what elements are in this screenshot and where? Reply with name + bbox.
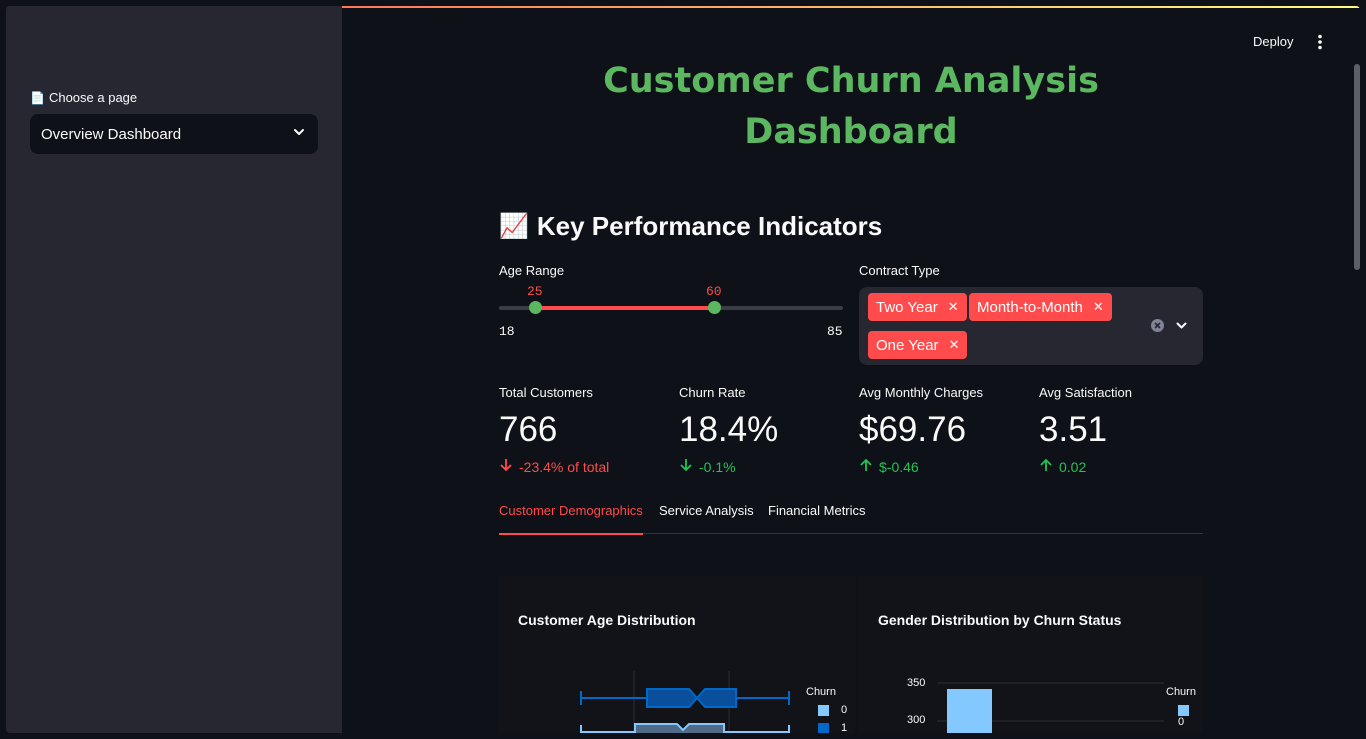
box-churn-1 [580, 723, 790, 733]
chart-legend: Churn 0 1 [1166, 686, 1203, 733]
slider-high-value: 60 [706, 284, 722, 299]
metric-value: 766 [499, 410, 558, 449]
deploy-button[interactable]: Deploy [1253, 34, 1293, 49]
scrollbar[interactable] [1354, 64, 1360, 270]
metric-delta: 0.02 [1039, 458, 1209, 475]
metric-avg-satisfaction: Avg Satisfaction 3.51 0.02 [1039, 385, 1209, 475]
arrow-down-icon [679, 458, 693, 475]
slider-min-label: 18 [499, 324, 515, 339]
page-select-value: Overview Dashboard [41, 125, 182, 143]
kpi-heading-text: Key Performance Indicators [536, 211, 883, 241]
metric-label: Avg Satisfaction [1039, 385, 1132, 400]
sidebar: 📄 Choose a page Overview Dashboard [6, 6, 342, 733]
legend-item-1[interactable]: 1 [818, 722, 847, 733]
legend-item-0[interactable]: 0 [818, 704, 847, 716]
main-area: Deploy Customer Churn Analysis Dashboard… [342, 6, 1360, 733]
metric-delta: -0.1% [679, 458, 849, 475]
slider-max-label: 85 [827, 324, 843, 339]
age-range-slider[interactable] [499, 301, 843, 314]
metric-label: Total Customers [499, 385, 593, 400]
metric-value: $69.76 [859, 410, 967, 449]
metric-delta: -23.4% of total [499, 458, 669, 475]
tag-label: One Year [876, 336, 939, 354]
legend-title: Churn [806, 686, 836, 698]
box-churn-0 [580, 688, 790, 708]
chevron-down-icon [292, 125, 306, 143]
slider-fill [535, 306, 714, 310]
slider-low-handle[interactable] [529, 301, 542, 314]
choose-page-text: Choose a page [48, 90, 138, 105]
legend-label: 0 [1178, 716, 1185, 728]
remove-tag-icon[interactable]: ✕ [1093, 299, 1104, 315]
age-boxplot [580, 671, 790, 733]
age-range-label: Age Range [499, 263, 565, 278]
bar-churn-0 [947, 689, 992, 733]
chevron-down-icon[interactable] [1175, 319, 1188, 337]
metric-value: 3.51 [1039, 410, 1108, 449]
legend-item-0[interactable]: 0 [1178, 704, 1203, 728]
slider-low-value: 25 [527, 284, 543, 299]
metric-label: Churn Rate [679, 385, 746, 400]
contract-type-multiselect[interactable]: Two Year ✕ Month-to-Month ✕ One Year ✕ [859, 287, 1203, 365]
tab-service-analysis[interactable]: Service Analysis [659, 503, 754, 533]
tab-financial-metrics[interactable]: Financial Metrics [768, 503, 866, 533]
metric-delta: $-0.46 [859, 458, 1029, 475]
slider-high-handle[interactable] [708, 301, 721, 314]
tag-label: Month-to-Month [977, 298, 1083, 316]
chart-increasing-icon: 📈 [499, 213, 529, 240]
metric-delta-text: -23.4% of total [519, 458, 610, 475]
arrow-up-icon [859, 458, 873, 475]
gender-bar-plot [937, 682, 1164, 733]
choose-page-label: 📄 Choose a page [30, 90, 137, 105]
chart-legend: Churn 0 1 [806, 686, 847, 733]
more-menu-icon[interactable] [1316, 34, 1324, 50]
legend-title: Churn [1166, 686, 1196, 698]
tab-customer-demographics[interactable]: Customer Demographics [499, 503, 643, 535]
legend-label: 1 [841, 722, 848, 733]
tag-month-to-month: Month-to-Month ✕ [969, 293, 1112, 321]
metric-delta-text: -0.1% [699, 458, 736, 475]
page-selectbox[interactable]: Overview Dashboard [30, 114, 318, 154]
metric-avg-monthly-charges: Avg Monthly Charges $69.76 $-0.46 [859, 385, 1029, 475]
metric-churn-rate: Churn Rate 18.4% -0.1% [679, 385, 849, 475]
tag-one-year: One Year ✕ [868, 331, 968, 359]
metric-delta-text: 0.02 [1059, 458, 1087, 475]
page-title: Customer Churn Analysis Dashboard [603, 61, 1099, 152]
age-distribution-chart: Customer Age Distribution Churn 0 1 [499, 576, 855, 733]
tab-bar: Customer Demographics Service Analysis F… [499, 503, 1203, 535]
arrow-down-icon [499, 458, 513, 475]
gender-distribution-chart: Gender Distribution by Churn Status 350 … [859, 576, 1203, 733]
arrow-up-icon [1039, 458, 1053, 475]
remove-tag-icon[interactable]: ✕ [948, 299, 959, 315]
contract-type-label: Contract Type [859, 263, 940, 278]
clear-all-icon[interactable] [1151, 319, 1164, 337]
remove-tag-icon[interactable]: ✕ [949, 337, 960, 353]
metric-delta-text: $-0.46 [879, 458, 919, 475]
kpi-heading: 📈 Key Performance Indicators [499, 211, 882, 242]
metric-label: Avg Monthly Charges [859, 385, 984, 400]
app-frame: 📄 Choose a page Overview Dashboard Deplo… [6, 6, 1360, 733]
metric-total-customers: Total Customers 766 -23.4% of total [499, 385, 669, 475]
legend-label: 0 [841, 704, 848, 716]
metric-value: 18.4% [679, 410, 779, 449]
tag-two-year: Two Year ✕ [868, 293, 967, 321]
tag-label: Two Year [876, 298, 938, 316]
page-icon: 📄 [30, 90, 45, 105]
